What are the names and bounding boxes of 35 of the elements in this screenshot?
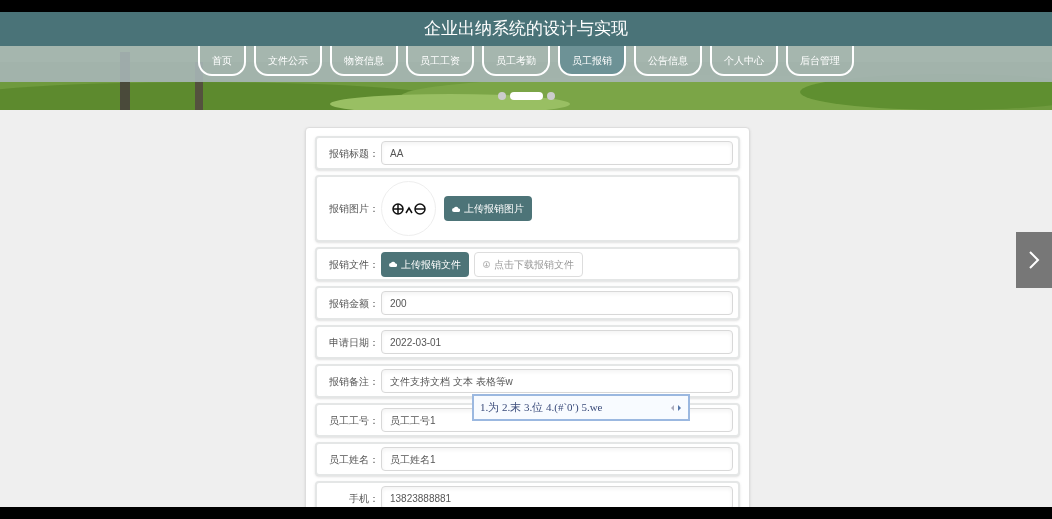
nav-tab[interactable]: 个人中心 — [710, 46, 778, 76]
download-link[interactable]: 点击下载报销文件 — [474, 251, 583, 277]
field-label: 报销图片： — [328, 202, 379, 216]
nav-tab[interactable]: 员工报销 — [558, 46, 626, 76]
nav-tab[interactable]: 后台管理 — [786, 46, 854, 76]
input-field[interactable]: 2022-03-01 — [381, 330, 733, 354]
field-label: 报销文件： — [328, 257, 379, 272]
next-arrow-button[interactable] — [1016, 232, 1052, 288]
site-title: 企业出纳系统的设计与实现 — [424, 18, 628, 41]
field-label: 手机： — [348, 491, 379, 506]
upload-button[interactable]: 上传报销图片 — [444, 196, 532, 221]
chevron-right-icon — [1028, 250, 1040, 270]
cloud-upload-icon — [452, 205, 460, 212]
field-label: 报销金额： — [328, 296, 379, 311]
image-tools-icon — [391, 202, 426, 215]
field-label: 报销标题： — [328, 146, 379, 161]
input-field[interactable]: 200 — [381, 291, 733, 315]
download-icon — [483, 260, 490, 268]
field-label: 申请日期： — [328, 335, 379, 350]
nav-tab[interactable]: 首页 — [198, 46, 246, 76]
field-label: 员工工号： — [328, 413, 379, 428]
field-label: 报销备注： — [328, 374, 379, 389]
input-field[interactable]: 员工姓名1 — [381, 447, 733, 471]
candidate-list: 1.为 2.末 3.位 4.(#`0′) 5.we — [480, 399, 603, 416]
nav-tab[interactable]: 公告信息 — [634, 46, 702, 76]
nav-tab[interactable]: 文件公示 — [254, 46, 322, 76]
nav-tab[interactable]: 物资信息 — [330, 46, 398, 76]
upload-button[interactable]: 上传报销文件 — [381, 251, 469, 277]
input-field[interactable]: AA — [381, 141, 733, 165]
cloud-upload-icon — [389, 261, 397, 267]
nav-tab[interactable]: 员工工资 — [406, 46, 474, 76]
input-field[interactable]: 文件支持文档 文本 表格等w — [381, 369, 733, 393]
page-arrows-icon — [670, 403, 682, 412]
field-label: 员工姓名： — [328, 452, 379, 467]
nav-tab[interactable]: 员工考勤 — [482, 46, 550, 76]
